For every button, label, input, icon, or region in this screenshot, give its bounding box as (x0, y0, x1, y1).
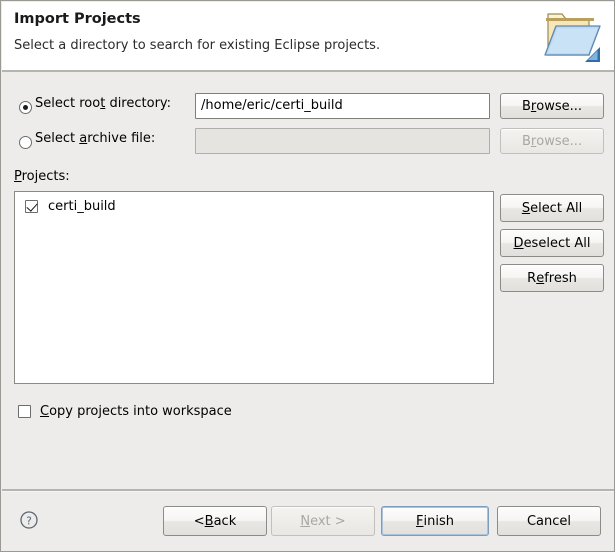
finish-button[interactable]: Finish (381, 506, 489, 536)
radio-select-root-directory[interactable] (19, 101, 32, 114)
select-all-button[interactable]: Select All (500, 194, 604, 222)
root-directory-input[interactable]: /home/eric/certi_build (195, 93, 490, 119)
project-checkbox[interactable] (25, 200, 38, 213)
label-select-archive-file: Select archive file: (35, 131, 155, 146)
browse-root-directory-button[interactable]: Browse... (500, 93, 604, 119)
projects-label: Projects: (14, 169, 70, 184)
cancel-button[interactable]: Cancel (497, 506, 601, 536)
import-projects-dialog: Import Projects Select a directory to se… (0, 0, 615, 552)
list-item[interactable]: certi_build (25, 199, 116, 214)
project-name: certi_build (48, 199, 116, 214)
dialog-header: Import Projects Select a directory to se… (2, 2, 615, 70)
radio-select-archive-file[interactable] (19, 136, 32, 149)
browse-archive-file-button[interactable]: Browse... (500, 128, 604, 154)
archive-file-input[interactable] (195, 128, 490, 154)
dialog-body: Select root directory: /home/eric/certi_… (2, 72, 615, 489)
copy-projects-label: Copy projects into workspace (40, 404, 232, 419)
page-subtitle: Select a directory to search for existin… (14, 38, 380, 53)
label-select-root-directory: Select root directory: (35, 96, 171, 111)
back-button[interactable]: < Back (163, 506, 267, 536)
svg-text:?: ? (26, 515, 32, 527)
projects-list[interactable]: certi_build (14, 191, 494, 384)
next-button[interactable]: Next > (271, 506, 375, 536)
help-question-icon[interactable]: ? (19, 510, 39, 530)
copy-projects-checkbox[interactable] (18, 405, 31, 418)
refresh-button[interactable]: Refresh (500, 264, 604, 292)
page-title: Import Projects (14, 11, 141, 27)
copy-projects-row[interactable]: Copy projects into workspace (18, 404, 232, 419)
deselect-all-button[interactable]: Deselect All (500, 229, 604, 257)
import-folder-icon (542, 6, 604, 64)
